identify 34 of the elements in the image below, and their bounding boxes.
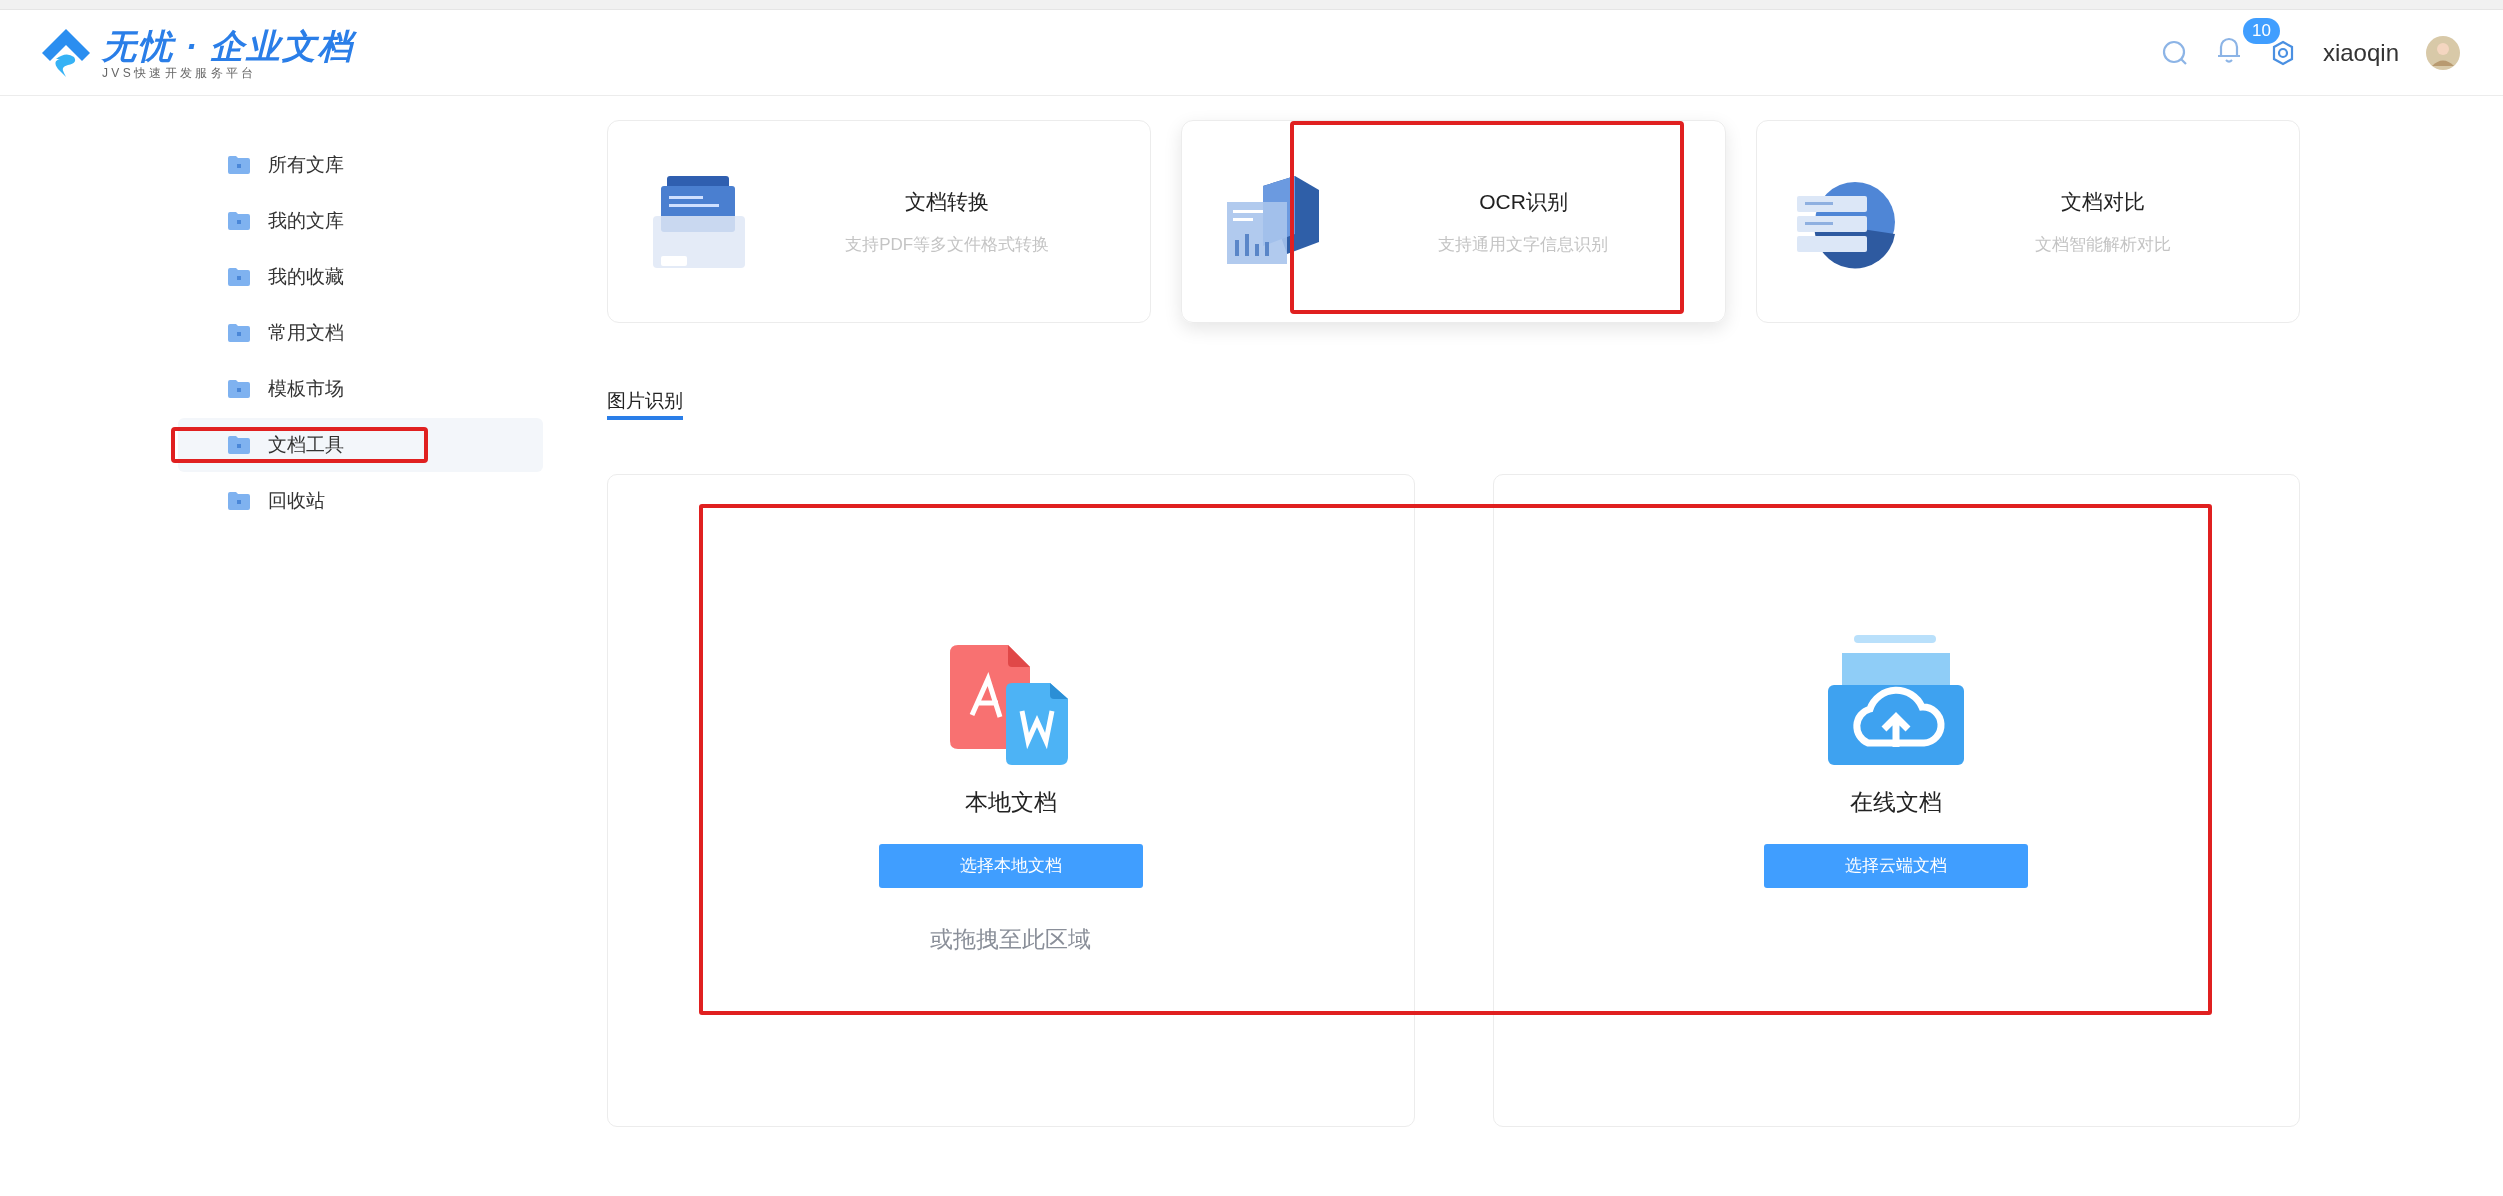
card-subtitle: 支持PDF等多文件格式转换: [845, 233, 1050, 256]
card-title: 文档转换: [905, 189, 990, 215]
sidebar-item[interactable]: 我的收藏: [178, 250, 543, 304]
sidebar-item[interactable]: 模板市场: [178, 362, 543, 416]
tool-card[interactable]: 文档对比 文档智能解析对比: [1755, 120, 2300, 323]
avatar[interactable]: [2425, 34, 2461, 71]
card-subtitle: 文档智能解析对比: [2034, 233, 2171, 256]
folder-icon: [228, 436, 250, 454]
sidebar-item[interactable]: 常用文档: [178, 306, 543, 360]
tool-card[interactable]: 文档转换 支持PDF等多文件格式转换: [607, 120, 1152, 323]
folder-icon: [228, 324, 250, 342]
tool-card[interactable]: OCR识别 支持通用文字信息识别: [1181, 120, 1726, 323]
folder-icon: [228, 212, 250, 230]
sidebar-item[interactable]: 回收站: [178, 474, 543, 528]
sidebar-item[interactable]: 所有文库: [178, 138, 543, 192]
tab[interactable]: 图片识别: [607, 386, 683, 420]
logo-title: 无忧 · 企业文档: [102, 25, 355, 66]
folder-icon: [228, 268, 250, 286]
folder-icon: [228, 380, 250, 398]
card-title: OCR识别: [1479, 189, 1568, 215]
card-title: 文档对比: [2060, 189, 2145, 215]
card-title: 本地文档: [964, 788, 1057, 817]
sidebar-item[interactable]: 我的文库: [178, 194, 543, 248]
search-button[interactable]: [2160, 38, 2189, 67]
cloud-upload-icon: [1826, 635, 1967, 765]
folder-icon: [228, 492, 250, 510]
drop-hint: 或拖拽至此区域: [930, 924, 1092, 954]
notification-badge: 10: [2242, 18, 2280, 44]
card-title: 在线文档: [1850, 788, 1943, 817]
card-subtitle: 支持通用文字信息识别: [1438, 233, 1609, 256]
folder-icon: [228, 156, 250, 174]
logo-subtitle: J V S 快 速 开 发 服 务 平 台: [102, 65, 255, 80]
search-icon: [2160, 38, 2189, 67]
username[interactable]: xiaoqin: [2322, 34, 2399, 71]
